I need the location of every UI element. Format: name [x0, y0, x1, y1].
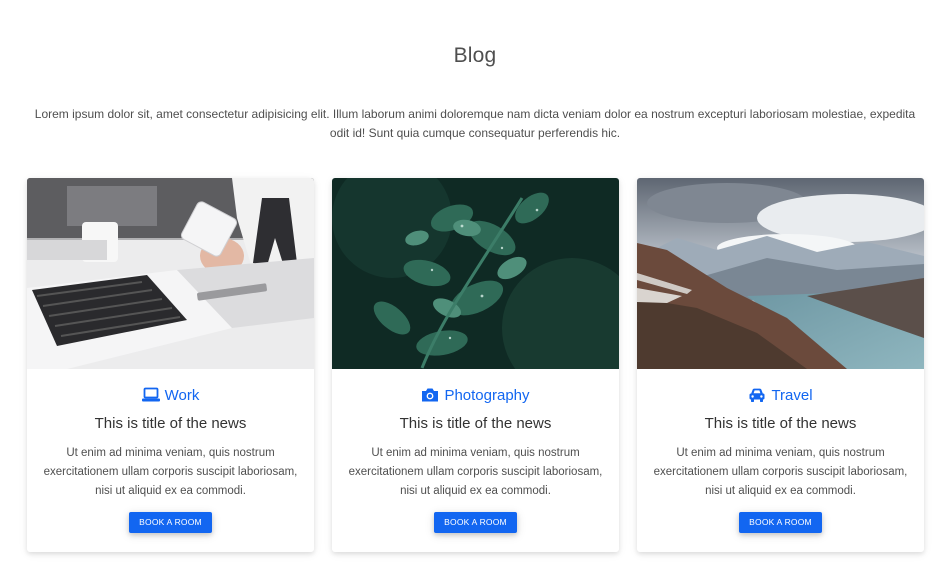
book-room-button[interactable]: Book a room: [129, 512, 212, 533]
card-body: Travel This is title of the news Ut enim…: [637, 385, 924, 533]
category-label: Photography: [444, 386, 530, 404]
news-card-travel: Travel This is title of the news Ut enim…: [637, 178, 924, 552]
card-text: Ut enim ad minima veniam, quis nostrum e…: [348, 447, 603, 497]
card-title: This is title of the news: [94, 415, 247, 432]
card-title: This is title of the news: [399, 415, 552, 432]
card-category[interactable]: Work: [37, 385, 304, 405]
book-room-button[interactable]: Book a room: [434, 512, 517, 533]
mountain-lake-photo[interactable]: [637, 178, 924, 369]
news-card-work: Work This is title of the news Ut enim a…: [27, 178, 314, 552]
laptop-icon: [141, 387, 160, 403]
card-body: Photography This is title of the news Ut…: [332, 385, 619, 533]
card-body: Work This is title of the news Ut enim a…: [27, 385, 314, 533]
news-card-photography: Photography This is title of the news Ut…: [332, 178, 619, 552]
card-text: Ut enim ad minima veniam, quis nostrum e…: [653, 447, 908, 497]
book-room-button[interactable]: Book a room: [739, 512, 822, 533]
card-grid: Work This is title of the news Ut enim a…: [27, 178, 925, 553]
camera-icon: [421, 387, 439, 403]
card-title: This is title of the news: [704, 415, 857, 432]
section-intro: Lorem ipsum dolor sit, amet consectetur …: [34, 107, 916, 140]
laptop-phone-desk-photo[interactable]: [27, 178, 314, 369]
category-label: Work: [164, 386, 200, 404]
section-title: Blog: [453, 44, 497, 67]
blog-section: Blog Lorem ipsum dolor sit, amet consect…: [0, 0, 950, 579]
category-label: Travel: [771, 386, 813, 404]
card-category[interactable]: Travel: [647, 385, 914, 405]
green-leaves-photo[interactable]: [332, 178, 619, 369]
card-text: Ut enim ad minima veniam, quis nostrum e…: [43, 447, 298, 497]
car-icon: [748, 387, 766, 403]
card-category[interactable]: Photography: [342, 385, 609, 405]
